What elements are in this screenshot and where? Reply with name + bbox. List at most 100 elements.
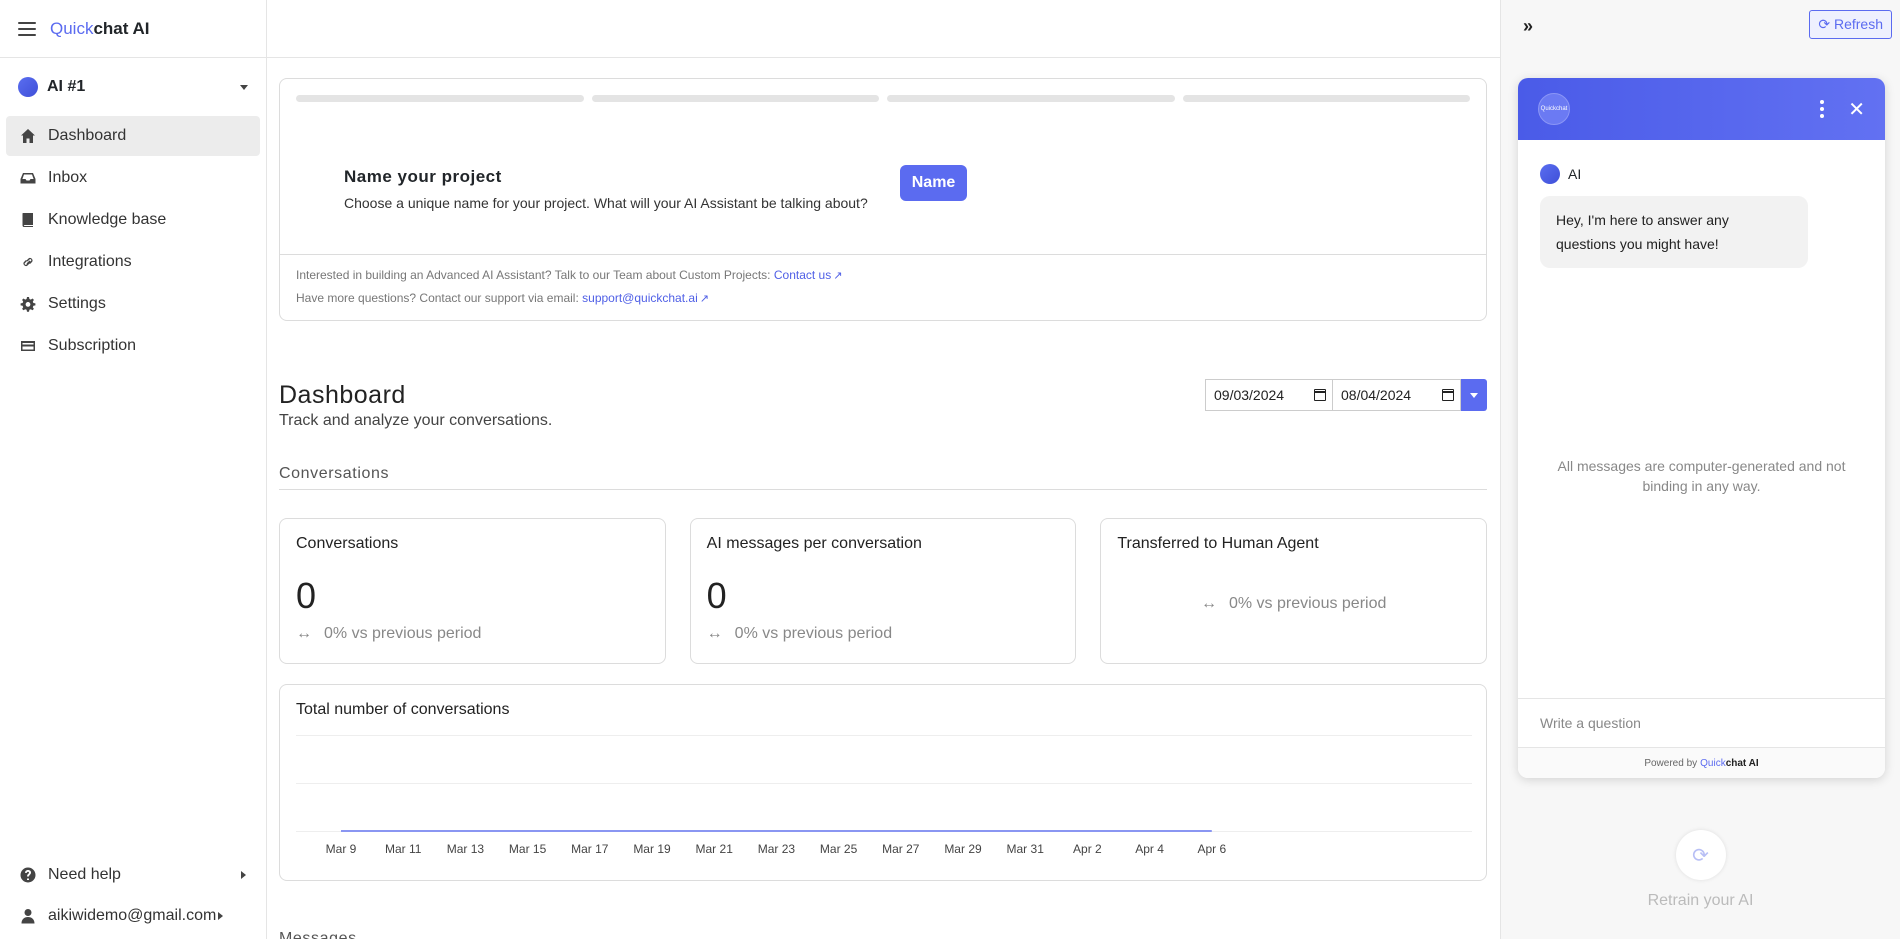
- setup-step: Name your project Choose a unique name f…: [344, 165, 968, 211]
- collapse-panel-icon[interactable]: »: [1523, 16, 1533, 37]
- stat-compare: ↔ 0% vs previous period: [1200, 595, 1387, 612]
- stat-title: Conversations: [296, 535, 399, 552]
- external-link-icon: ↗: [833, 270, 843, 282]
- sidebar-topbar: Quickchat AI: [0, 0, 266, 58]
- stat-title: AI messages per conversation: [706, 535, 922, 552]
- retrain-label: Retrain your AI: [1647, 892, 1754, 909]
- stat-title: Transferred to Human Agent: [1117, 535, 1319, 552]
- setup-title: Name your project: [344, 167, 502, 186]
- name-project-button[interactable]: Name: [899, 165, 968, 201]
- external-link-icon: ↗: [699, 293, 709, 305]
- sidebar-item-inbox[interactable]: Inbox: [6, 158, 260, 198]
- chat-preview-panel: » ⟳ Refresh Quickchat ✕ AI Hey, I'm here…: [1500, 0, 1900, 939]
- page-subtitle: Track and analyze your conversations.: [279, 412, 553, 429]
- stat-compare: ↔ 0% vs previous period: [706, 625, 893, 642]
- sidebar-item-knowledge-base[interactable]: Knowledge base: [6, 200, 260, 240]
- stat-card-conversations: Conversations 0 ↔ 0% vs previous period: [279, 518, 666, 664]
- caret-down-icon: [240, 84, 248, 90]
- chart-x-tick-label: Mar 19: [633, 842, 671, 856]
- sidebar: Quickchat AI AI #1 Dashboard Inbox Knowl…: [0, 0, 267, 939]
- user-icon: [19, 907, 37, 925]
- setup-description: Choose a unique name for your project. W…: [344, 195, 868, 211]
- setup-progress: [280, 79, 1486, 102]
- inbox-icon: [19, 169, 37, 187]
- refresh-icon: ⟳: [1818, 16, 1831, 32]
- retrain-icon: ⟳: [1675, 830, 1726, 880]
- credit-card-icon: [19, 337, 37, 355]
- ai-avatar: [1540, 164, 1560, 184]
- widget-logo: Quickchat: [1538, 93, 1570, 125]
- conversations-chart: Mar 9 Mar 11 Mar 13 Mar 15 Mar 17 Mar 19 Mar 2…: [296, 735, 1472, 856]
- chart-x-tick-label: Mar 17: [571, 842, 609, 856]
- stat-value: 0: [706, 575, 727, 616]
- message-sender: AI: [1518, 140, 1885, 184]
- user-email: aikiwidemo@gmail.com: [48, 906, 217, 924]
- need-help-label: Need help: [48, 865, 121, 883]
- stat-card-transferred: Transferred to Human Agent ↔ 0% vs previo…: [1100, 518, 1488, 664]
- project-name: AI #1: [47, 78, 86, 95]
- progress-step: [591, 95, 879, 102]
- widget-header: Quickchat ✕: [1518, 78, 1885, 140]
- caret-right-icon: [218, 911, 223, 920]
- date-range-picker: 09/03/2024 08/04/2024: [1205, 379, 1487, 411]
- refresh-button[interactable]: ⟳ Refresh: [1809, 10, 1892, 39]
- date-range-dropdown-button[interactable]: [1461, 379, 1487, 411]
- need-help-menu[interactable]: Need help: [6, 854, 260, 895]
- arrows-horizontal-icon: ↔: [706, 625, 723, 642]
- chart-title: Total number of conversations: [296, 701, 510, 718]
- caret-down-icon: [1470, 392, 1478, 398]
- powered-by: Powered by Quickchat AI: [1518, 748, 1885, 778]
- home-icon: [19, 127, 37, 145]
- calendar-icon: [1314, 389, 1326, 401]
- sidebar-item-label: Subscription: [48, 337, 137, 354]
- arrows-horizontal-icon: ↔: [296, 625, 312, 642]
- support-email-link[interactable]: support@quickchat.ai ↗: [582, 291, 709, 305]
- dashboard-header: Dashboard Track and analyze your convers…: [279, 379, 1487, 453]
- caret-right-icon: [241, 870, 246, 879]
- date-to-input[interactable]: 08/04/2024: [1333, 379, 1461, 411]
- question-input[interactable]: Write a question: [1518, 698, 1885, 748]
- sidebar-nav: Dashboard Inbox Knowledge base Integrati…: [0, 116, 266, 366]
- book-icon: [19, 211, 37, 229]
- section-title-messages: Messages: [279, 930, 357, 939]
- chart-x-tick-label: Mar 9: [326, 842, 357, 856]
- setup-card: Name your project Choose a unique name f…: [279, 78, 1487, 321]
- chart-x-tick-label: Mar 15: [509, 842, 547, 856]
- main-content: Name your project Choose a unique name f…: [279, 78, 1488, 881]
- sidebar-item-label: Inbox: [48, 169, 88, 186]
- conversations-chart-card: Total number of conversations Mar 9 Mar 1…: [279, 684, 1487, 881]
- chat-widget: Quickchat ✕ AI Hey, I'm here to answer a…: [1518, 78, 1885, 778]
- chart-x-tick-label: Apr 4: [1135, 842, 1164, 856]
- close-icon[interactable]: ✕: [1848, 97, 1865, 122]
- disclaimer-text: All messages are computer-generated and …: [1557, 458, 1846, 494]
- chart-x-tick-label: Mar 23: [758, 842, 796, 856]
- arrows-horizontal-icon: ↔: [1200, 595, 1217, 612]
- brand-logo[interactable]: Quickchat AI: [50, 19, 150, 39]
- date-from-input[interactable]: 09/03/2024: [1205, 379, 1333, 411]
- retrain-ai[interactable]: ⟳ Retrain your AI: [1501, 830, 1900, 910]
- question-circle-icon: [19, 866, 37, 884]
- progress-step: [296, 95, 584, 102]
- section-title-conversations: Conversations: [279, 465, 1487, 490]
- sidebar-item-label: Dashboard: [48, 127, 127, 144]
- chart-x-tick-label: Mar 29: [944, 842, 982, 856]
- sidebar-item-dashboard[interactable]: Dashboard: [6, 116, 260, 156]
- more-options-icon[interactable]: [1820, 100, 1825, 118]
- custom-projects-text: Interested in building an Advanced AI As…: [296, 268, 771, 282]
- chart-x-tick-label: Mar 13: [447, 842, 485, 856]
- sidebar-item-settings[interactable]: Settings: [6, 284, 260, 324]
- progress-step: [887, 95, 1175, 102]
- support-text: Have more questions? Contact our support…: [296, 291, 579, 305]
- project-selector[interactable]: AI #1: [0, 58, 266, 116]
- hamburger-menu-icon[interactable]: [18, 21, 36, 36]
- sidebar-item-integrations[interactable]: Integrations: [6, 242, 260, 282]
- progress-step: [1182, 95, 1470, 102]
- chart-x-tick-label: Apr 6: [1197, 842, 1226, 856]
- sidebar-item-subscription[interactable]: Subscription: [6, 326, 260, 366]
- chart-x-tick-label: Mar 27: [882, 842, 920, 856]
- calendar-icon: [1442, 389, 1454, 401]
- greeting-message: Hey, I'm here to answer any questions yo…: [1540, 196, 1808, 268]
- user-menu[interactable]: aikiwidemo@gmail.com: [6, 895, 260, 936]
- stat-compare: ↔ 0% vs previous period: [296, 625, 482, 642]
- contact-us-link[interactable]: Contact us ↗: [774, 268, 843, 282]
